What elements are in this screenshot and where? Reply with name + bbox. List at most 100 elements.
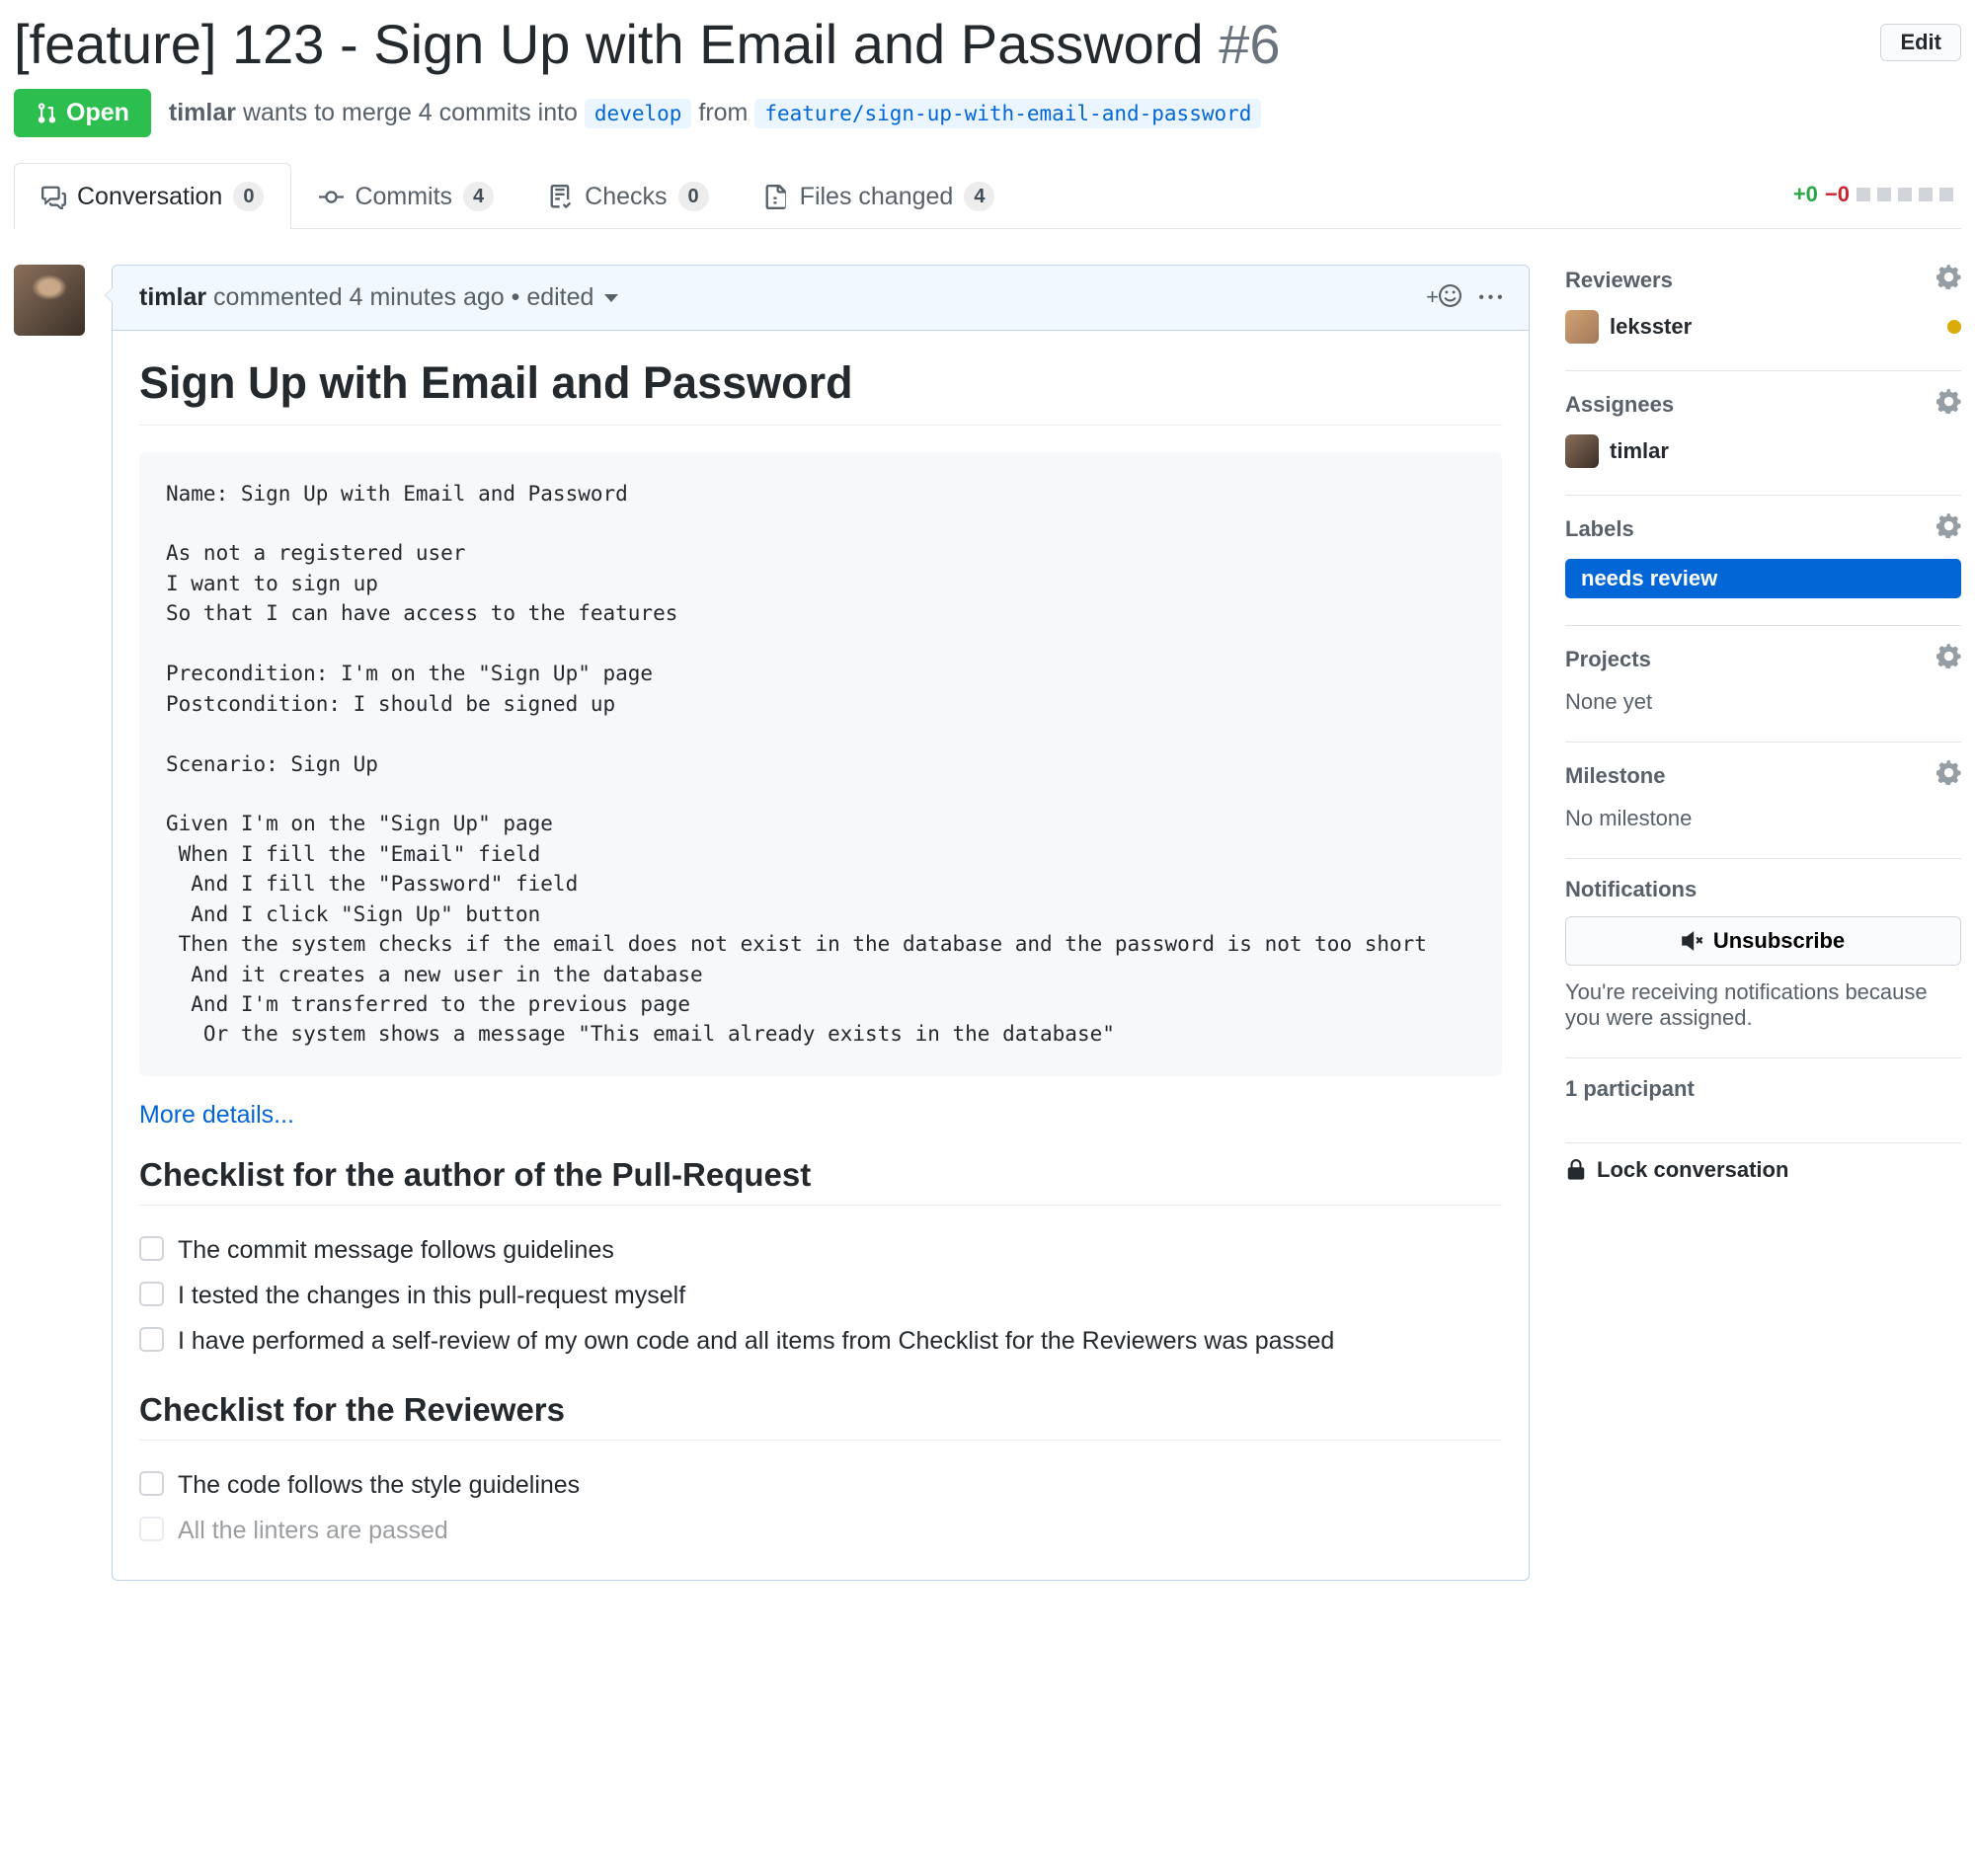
gear-icon [1936, 644, 1961, 668]
gear-icon [1936, 389, 1961, 414]
reviewers-label: Reviewers [1565, 268, 1673, 293]
sidebar-reviewers: Reviewers leksster [1565, 265, 1961, 371]
tab-commits-count: 4 [463, 182, 494, 211]
lock-conversation[interactable]: Lock conversation [1565, 1143, 1961, 1183]
assignee-avatar [1565, 434, 1599, 468]
git-pull-request-icon [36, 102, 58, 124]
comment-title: Sign Up with Email and Password [139, 331, 1502, 426]
code-block[interactable]: Name: Sign Up with Email and Password As… [139, 452, 1502, 1076]
state-badge-open: Open [14, 89, 151, 137]
diffstat-deletions: −0 [1825, 182, 1850, 207]
gear-icon [1936, 513, 1961, 538]
label-needs-review[interactable]: needs review [1565, 559, 1961, 598]
unsubscribe-button[interactable]: Unsubscribe [1565, 916, 1961, 966]
checklist-item: I tested the changes in this pull-reques… [139, 1273, 1502, 1318]
checkbox[interactable] [139, 1236, 164, 1261]
pr-meta-row: Open timlar wants to merge 4 commits int… [14, 89, 1961, 137]
author-avatar[interactable] [14, 265, 85, 336]
main-content: timlar commented 4 minutes ago • edited … [14, 229, 1961, 1582]
git-commit-icon [319, 185, 344, 209]
checklist-item: The commit message follows guidelines [139, 1227, 1502, 1273]
reviewer-name: leksster [1610, 314, 1692, 340]
assignees-gear[interactable] [1936, 389, 1961, 421]
lock-icon [1565, 1159, 1587, 1181]
diffstat-additions: +0 [1793, 182, 1818, 207]
checklist-item: All the linters are passed [139, 1508, 1502, 1553]
pr-title: [feature] 123 - Sign Up with Email and P… [14, 14, 1280, 75]
projects-text: None yet [1565, 689, 1961, 715]
gear-icon [1936, 760, 1961, 785]
add-reaction-button[interactable]: + [1426, 284, 1462, 310]
sidebar-participants: 1 participant [1565, 1058, 1961, 1143]
reviewer-row[interactable]: leksster [1565, 310, 1961, 344]
base-branch[interactable]: develop [585, 99, 692, 128]
participants-label: 1 participant [1565, 1076, 1695, 1102]
milestone-gear[interactable] [1936, 760, 1961, 792]
state-text: Open [66, 99, 129, 127]
tab-conversation-label: Conversation [77, 183, 222, 211]
tabs-row: Conversation 0 Commits 4 Checks 0 Files … [14, 162, 1961, 229]
sidebar: Reviewers leksster Assignees timlar [1565, 265, 1961, 1582]
milestone-label: Milestone [1565, 763, 1665, 789]
labels-gear[interactable] [1936, 513, 1961, 545]
sidebar-notifications: Notifications Unsubscribe You're receivi… [1565, 859, 1961, 1058]
tab-commits-label: Commits [355, 183, 452, 211]
head-branch[interactable]: feature/sign-up-with-email-and-password [754, 99, 1261, 128]
labels-label: Labels [1565, 516, 1634, 542]
diffstat-bar [1919, 188, 1933, 201]
comment-author[interactable]: timlar [139, 283, 206, 311]
notifications-text: You're receiving notifications because y… [1565, 979, 1961, 1031]
checklist-author-heading: Checklist for the author of the Pull-Req… [139, 1130, 1502, 1206]
comment-time[interactable]: 4 minutes ago [350, 283, 505, 311]
caret-down-icon [604, 294, 618, 302]
tab-files-label: Files changed [800, 183, 954, 211]
sidebar-assignees: Assignees timlar [1565, 371, 1961, 496]
tab-checks[interactable]: Checks 0 [521, 163, 737, 229]
comment-meta: timlar commented 4 minutes ago • edited [139, 283, 618, 312]
diffstat: +0 −0 [1793, 182, 1961, 207]
projects-label: Projects [1565, 647, 1651, 672]
assignee-row[interactable]: timlar [1565, 434, 1961, 468]
tab-files-count: 4 [964, 182, 994, 211]
tab-commits[interactable]: Commits 4 [291, 163, 521, 229]
comment-edited[interactable]: edited [526, 283, 618, 311]
comment-body: Sign Up with Email and Password Name: Si… [113, 331, 1529, 1581]
checkbox[interactable] [139, 1517, 164, 1541]
checklist-author: The commit message follows guidelines I … [139, 1227, 1502, 1365]
tab-conversation[interactable]: Conversation 0 [14, 163, 291, 229]
tab-files[interactable]: Files changed 4 [737, 163, 1023, 229]
edit-button[interactable]: Edit [1880, 24, 1961, 61]
checklist-reviewers: The code follows the style guidelines Al… [139, 1462, 1502, 1554]
comment-box: timlar commented 4 minutes ago • edited … [112, 265, 1530, 1582]
pr-number: #6 [1219, 13, 1280, 75]
file-diff-icon [764, 185, 789, 209]
checkbox[interactable] [139, 1327, 164, 1352]
milestone-text: No milestone [1565, 806, 1961, 831]
pr-author[interactable]: timlar [169, 99, 236, 126]
sidebar-projects: Projects None yet [1565, 626, 1961, 743]
sidebar-milestone: Milestone No milestone [1565, 743, 1961, 859]
assignee-name: timlar [1610, 438, 1669, 464]
checkbox[interactable] [139, 1471, 164, 1496]
timeline: timlar commented 4 minutes ago • edited … [112, 265, 1530, 1582]
checklist-item: The code follows the style guidelines [139, 1462, 1502, 1508]
kebab-menu-button[interactable] [1479, 286, 1502, 309]
comment-discussion-icon [41, 185, 66, 209]
more-details-link[interactable]: More details... [139, 1101, 294, 1129]
pr-header: [feature] 123 - Sign Up with Email and P… [14, 14, 1961, 75]
pr-title-text: [feature] 123 - Sign Up with Email and P… [14, 13, 1204, 75]
kebab-horizontal-icon [1479, 286, 1502, 309]
checklist-item: I have performed a self-review of my own… [139, 1318, 1502, 1364]
reviewers-gear[interactable] [1936, 265, 1961, 296]
left-column: timlar commented 4 minutes ago • edited … [14, 265, 1530, 1582]
projects-gear[interactable] [1936, 644, 1961, 675]
checklist-reviewers-heading: Checklist for the Reviewers [139, 1365, 1502, 1441]
sidebar-labels: Labels needs review [1565, 496, 1961, 626]
gear-icon [1936, 265, 1961, 289]
checkbox[interactable] [139, 1282, 164, 1306]
mute-icon [1682, 930, 1703, 952]
diffstat-bar [1856, 188, 1870, 201]
checklist-icon [549, 185, 574, 209]
notifications-label: Notifications [1565, 877, 1697, 902]
comment-header: timlar commented 4 minutes ago • edited … [113, 266, 1529, 331]
